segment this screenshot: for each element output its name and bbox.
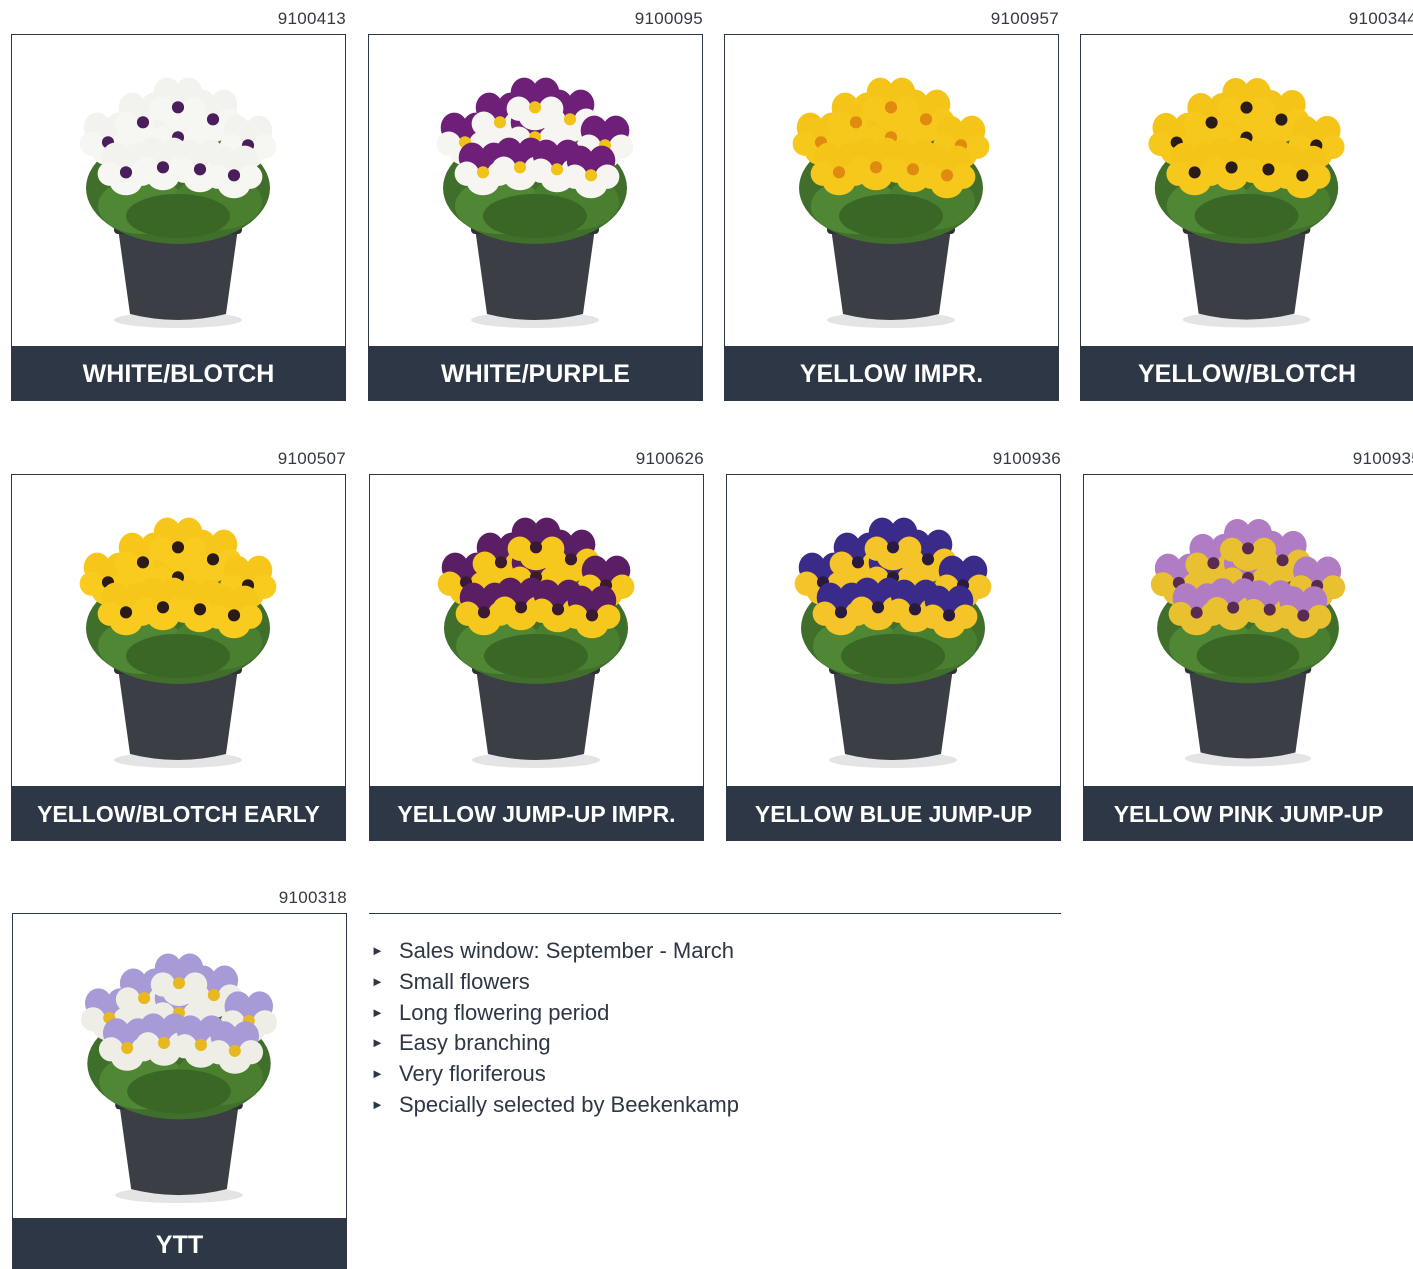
pansy-yellow-blotch-early-pot	[79, 517, 277, 768]
list-item: ► Sales window: September - March	[369, 936, 1061, 967]
product-photo	[12, 475, 345, 786]
list-item: ► Small flowers	[369, 967, 1061, 998]
product-frame: YTT	[12, 913, 347, 1269]
bullet-icon: ►	[371, 1004, 384, 1020]
product-frame: WHITE/PURPLE	[368, 34, 703, 401]
pansy-yellow-blotch-pot	[1148, 77, 1345, 328]
pansy-ytt-mix-pot	[80, 953, 278, 1204]
pansy-white-purple-pot	[436, 77, 634, 328]
product-label: WHITE/PURPLE	[369, 346, 702, 400]
pansy-yellow-pot	[792, 77, 990, 328]
list-item: ► Very floriferous	[369, 1059, 1061, 1090]
product-label: YELLOW/BLOTCH EARLY	[12, 786, 345, 840]
pansy-yellow-blue-jumpup-pot	[794, 517, 992, 768]
product-label: YELLOW PINK JUMP-UP	[1084, 786, 1413, 840]
product-card: 9100344 YELLOW/BLOTCH	[1080, 8, 1413, 401]
product-label: YELLOW/BLOTCH	[1081, 346, 1413, 400]
product-card: 9100413 WHITE/BLOTCH	[11, 8, 346, 401]
product-code: 9100507	[277, 449, 346, 468]
product-frame: YELLOW BLUE JUMP-UP	[726, 474, 1061, 841]
product-code: 9100344	[1348, 9, 1413, 28]
list-item: ► Long flowering period	[369, 998, 1061, 1029]
product-label: YTT	[13, 1218, 346, 1269]
product-code: 9100936	[992, 449, 1061, 468]
product-code: 9100095	[634, 9, 703, 28]
product-card: 9100936 YELLOW BLUE JUMP-UP	[726, 448, 1061, 841]
product-photo	[12, 35, 345, 346]
list-item: ► Specially selected by Beekenkamp	[369, 1090, 1061, 1121]
product-card: 9100957 YELLOW IMPR.	[724, 8, 1059, 401]
divider	[369, 913, 1061, 914]
bullet-icon: ►	[371, 1096, 384, 1112]
product-label: YELLOW JUMP-UP IMPR.	[370, 786, 703, 840]
pansy-yellow-pink-jumpup-pot	[1150, 519, 1346, 767]
product-frame: YELLOW IMPR.	[724, 34, 1059, 401]
product-photo	[370, 475, 703, 786]
product-label: YELLOW BLUE JUMP-UP	[727, 786, 1060, 840]
bullet-icon: ►	[371, 973, 384, 989]
product-card: 9100318 YTT	[12, 887, 347, 1269]
feature-list: ► Sales window: September - March ► Small …	[369, 936, 1061, 1121]
product-card: 9100095 WHITE/PURPLE	[368, 8, 703, 401]
product-frame: YELLOW/BLOTCH EARLY	[11, 474, 346, 841]
product-card: 9100626 YELLOW JUMP-UP IMPR.	[369, 448, 704, 841]
product-label: YELLOW IMPR.	[725, 346, 1058, 400]
bullet-icon: ►	[371, 1035, 384, 1051]
product-code: 9100413	[277, 9, 346, 28]
product-label: WHITE/BLOTCH	[12, 346, 345, 400]
product-code: 9100935	[1352, 449, 1413, 468]
product-photo	[1081, 35, 1413, 346]
product-frame: WHITE/BLOTCH	[11, 34, 346, 401]
product-photo	[1084, 475, 1413, 786]
bullet-icon: ►	[371, 1066, 384, 1082]
bullet-icon: ►	[371, 943, 384, 958]
product-frame: YELLOW JUMP-UP IMPR.	[369, 474, 704, 841]
list-item: ► Easy branching	[369, 1028, 1061, 1059]
product-card: 9100507 YELLOW/BLOTCH EARLY	[11, 448, 346, 841]
product-card: 9100935 YELLOW PINK JUMP-UP	[1083, 448, 1413, 841]
product-code: 9100626	[635, 449, 704, 468]
product-frame: YELLOW/BLOTCH	[1080, 34, 1413, 401]
product-photo	[13, 914, 346, 1218]
feature-list-panel: ► Sales window: September - March ► Small …	[369, 913, 1061, 1121]
pansy-white-blotch-pot	[79, 77, 277, 328]
pansy-yellow-jumpup-pot	[437, 517, 635, 768]
product-photo	[725, 35, 1058, 346]
product-photo	[727, 475, 1060, 786]
product-code: 9100957	[990, 9, 1059, 28]
product-photo	[369, 35, 702, 346]
product-frame: YELLOW PINK JUMP-UP	[1083, 474, 1413, 841]
product-code: 9100318	[278, 888, 347, 907]
